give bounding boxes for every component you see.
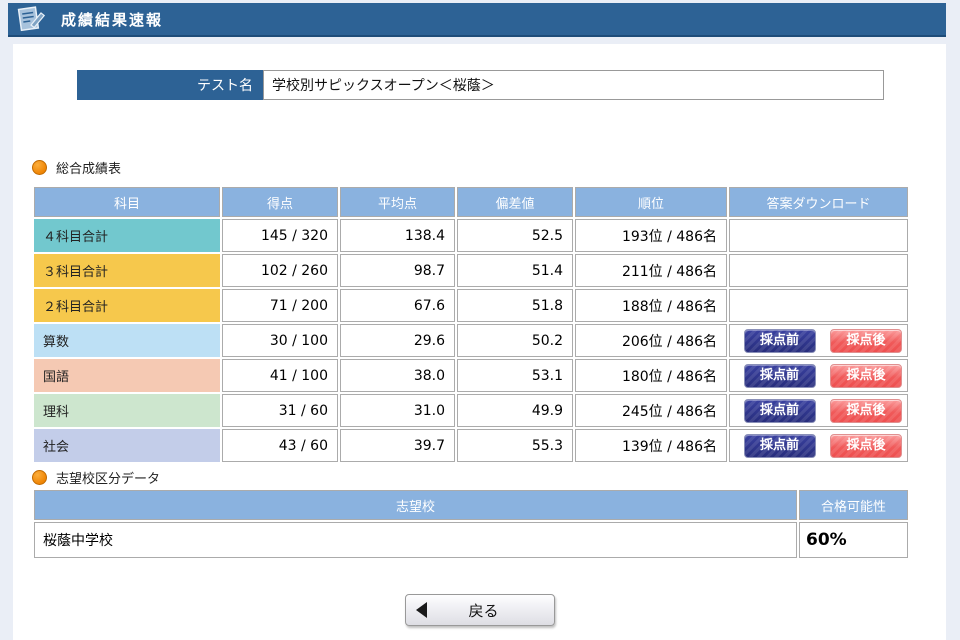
subject-cell: ４科目合計 bbox=[34, 219, 220, 252]
after-grading-button[interactable]: 採点後 bbox=[830, 399, 902, 423]
score-cell: 102 / 260 bbox=[222, 254, 338, 287]
section-title: 総合成績表 bbox=[56, 158, 121, 177]
test-name-label: テスト名 bbox=[77, 70, 263, 100]
download-cell: 採点前 採点後 bbox=[729, 394, 908, 427]
subject-cell: 国語 bbox=[34, 359, 220, 392]
back-button-label: 戻る bbox=[427, 600, 540, 621]
before-grading-button[interactable]: 採点前 bbox=[744, 399, 816, 423]
rank-cell: 245位 / 486名 bbox=[575, 394, 727, 427]
deviation-cell: 51.8 bbox=[457, 289, 573, 322]
col-header-download: 答案ダウンロード bbox=[729, 187, 908, 217]
table-row: 理科 31 / 60 31.0 49.9 245位 / 486名 採点前 採点後 bbox=[34, 394, 908, 427]
memo-pencil-icon bbox=[15, 5, 45, 33]
before-grading-button[interactable]: 採点前 bbox=[744, 364, 816, 388]
title-bar: 成績結果速報 bbox=[8, 3, 946, 37]
section-title: 志望校区分データ bbox=[56, 468, 160, 487]
before-grading-button[interactable]: 採点前 bbox=[744, 329, 816, 353]
school-table: 志望校 合格可能性 桜蔭中学校 60% bbox=[32, 488, 910, 560]
score-cell: 145 / 320 bbox=[222, 219, 338, 252]
orange-bullet-icon bbox=[32, 470, 47, 485]
col-header-probability: 合格可能性 bbox=[799, 490, 908, 520]
deviation-cell: 55.3 bbox=[457, 429, 573, 462]
download-cell: 採点前 採点後 bbox=[729, 429, 908, 462]
content-panel: テスト名 総合成績表 科目 得点 平均点 偏差値 順位 答案ダウンロード ４科目… bbox=[13, 44, 946, 640]
download-cell: 採点前 採点後 bbox=[729, 324, 908, 357]
col-header-rank: 順位 bbox=[575, 187, 727, 217]
rank-cell: 188位 / 486名 bbox=[575, 289, 727, 322]
score-cell: 31 / 60 bbox=[222, 394, 338, 427]
orange-bullet-icon bbox=[32, 160, 47, 175]
table-row: 算数 30 / 100 29.6 50.2 206位 / 486名 採点前 採点… bbox=[34, 324, 908, 357]
section-heading-scores: 総合成績表 bbox=[32, 158, 121, 177]
back-button[interactable]: 戻る bbox=[405, 594, 555, 626]
table-row: 社会 43 / 60 39.7 55.3 139位 / 486名 採点前 採点後 bbox=[34, 429, 908, 462]
probability-cell: 60% bbox=[799, 522, 908, 558]
average-cell: 38.0 bbox=[340, 359, 455, 392]
col-header-school: 志望校 bbox=[34, 490, 797, 520]
deviation-cell: 52.5 bbox=[457, 219, 573, 252]
deviation-cell: 49.9 bbox=[457, 394, 573, 427]
col-header-score: 得点 bbox=[222, 187, 338, 217]
table-row: 国語 41 / 100 38.0 53.1 180位 / 486名 採点前 採点… bbox=[34, 359, 908, 392]
col-header-average: 平均点 bbox=[340, 187, 455, 217]
table-row: ２科目合計 71 / 200 67.6 51.8 188位 / 486名 bbox=[34, 289, 908, 322]
subject-cell: ２科目合計 bbox=[34, 289, 220, 322]
average-cell: 31.0 bbox=[340, 394, 455, 427]
average-cell: 67.6 bbox=[340, 289, 455, 322]
before-grading-button[interactable]: 採点前 bbox=[744, 434, 816, 458]
score-cell: 71 / 200 bbox=[222, 289, 338, 322]
subject-cell: 社会 bbox=[34, 429, 220, 462]
score-cell: 43 / 60 bbox=[222, 429, 338, 462]
after-grading-button[interactable]: 採点後 bbox=[830, 434, 902, 458]
download-cell bbox=[729, 289, 908, 322]
deviation-cell: 50.2 bbox=[457, 324, 573, 357]
left-arrow-icon bbox=[416, 602, 427, 618]
score-table-header-row: 科目 得点 平均点 偏差値 順位 答案ダウンロード bbox=[34, 187, 908, 217]
download-cell bbox=[729, 254, 908, 287]
after-grading-button[interactable]: 採点後 bbox=[830, 329, 902, 353]
average-cell: 138.4 bbox=[340, 219, 455, 252]
subject-cell: 理科 bbox=[34, 394, 220, 427]
download-cell: 採点前 採点後 bbox=[729, 359, 908, 392]
score-table: 科目 得点 平均点 偏差値 順位 答案ダウンロード ４科目合計 145 / 32… bbox=[32, 185, 910, 464]
section-heading-schools: 志望校区分データ bbox=[32, 468, 160, 487]
subject-cell: 算数 bbox=[34, 324, 220, 357]
table-row: ３科目合計 102 / 260 98.7 51.4 211位 / 486名 bbox=[34, 254, 908, 287]
average-cell: 39.7 bbox=[340, 429, 455, 462]
col-header-deviation: 偏差値 bbox=[457, 187, 573, 217]
after-grading-button[interactable]: 採点後 bbox=[830, 364, 902, 388]
score-cell: 30 / 100 bbox=[222, 324, 338, 357]
average-cell: 98.7 bbox=[340, 254, 455, 287]
table-row: ４科目合計 145 / 320 138.4 52.5 193位 / 486名 bbox=[34, 219, 908, 252]
deviation-cell: 51.4 bbox=[457, 254, 573, 287]
rank-cell: 180位 / 486名 bbox=[575, 359, 727, 392]
rank-cell: 211位 / 486名 bbox=[575, 254, 727, 287]
download-cell bbox=[729, 219, 908, 252]
school-cell: 桜蔭中学校 bbox=[34, 522, 797, 558]
average-cell: 29.6 bbox=[340, 324, 455, 357]
test-name-row: テスト名 bbox=[77, 70, 884, 100]
rank-cell: 206位 / 486名 bbox=[575, 324, 727, 357]
col-header-subject: 科目 bbox=[34, 187, 220, 217]
school-table-header-row: 志望校 合格可能性 bbox=[34, 490, 908, 520]
rank-cell: 139位 / 486名 bbox=[575, 429, 727, 462]
page-title: 成績結果速報 bbox=[61, 9, 163, 30]
test-name-input[interactable] bbox=[263, 70, 884, 100]
score-cell: 41 / 100 bbox=[222, 359, 338, 392]
rank-cell: 193位 / 486名 bbox=[575, 219, 727, 252]
table-row: 桜蔭中学校 60% bbox=[34, 522, 908, 558]
deviation-cell: 53.1 bbox=[457, 359, 573, 392]
subject-cell: ３科目合計 bbox=[34, 254, 220, 287]
